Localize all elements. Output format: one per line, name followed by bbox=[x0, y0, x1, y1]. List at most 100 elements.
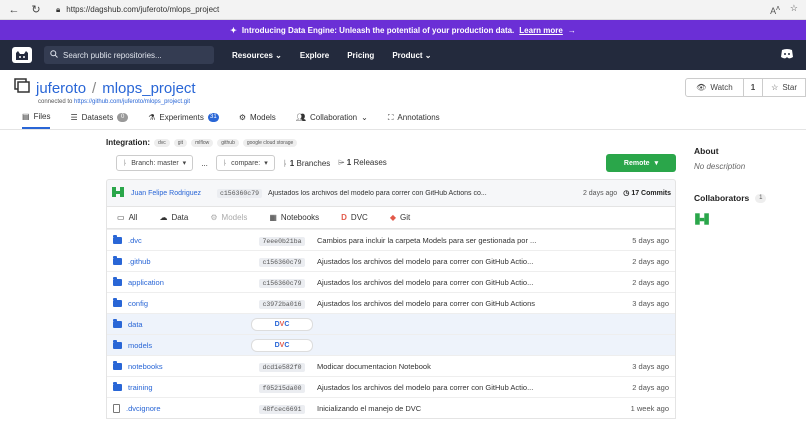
table-row[interactable]: training f05215da00 Ajustados los archiv… bbox=[107, 376, 675, 397]
commit-message[interactable]: Inicializando el manejo de DVC bbox=[313, 404, 615, 413]
commit-sha[interactable]: f05215da00 bbox=[259, 383, 305, 393]
nav-product[interactable]: Product ⌄ bbox=[392, 51, 431, 60]
compare-select[interactable]: ᚿ compare: ▾ bbox=[215, 155, 275, 171]
tab-models[interactable]: ⚙ Models bbox=[239, 106, 276, 129]
commits-link[interactable]: ◷ 17 Commits bbox=[623, 189, 671, 198]
repo-header: juferoto / mlops_project connected to ht… bbox=[0, 70, 806, 106]
nav-explore[interactable]: Explore bbox=[300, 51, 329, 60]
file-name[interactable]: .github bbox=[128, 257, 151, 266]
table-row[interactable]: .github c156360c79 Ajustados los archivo… bbox=[107, 250, 675, 271]
filter-dvc[interactable]: D DVC bbox=[341, 213, 368, 222]
discord-icon[interactable] bbox=[780, 49, 794, 61]
read-aloud-icon[interactable]: Aʌ bbox=[770, 3, 780, 16]
commit-author[interactable]: Juan Felipe Rodriguez bbox=[131, 189, 211, 198]
commit-sha[interactable]: dcd1e582f0 bbox=[259, 362, 305, 372]
back-icon[interactable]: ← bbox=[8, 4, 20, 16]
commit-sha[interactable]: 7eee0b21ba bbox=[259, 236, 305, 246]
integration-chip[interactable]: google cloud storage bbox=[242, 138, 298, 147]
branch-icon: ᚿ bbox=[222, 159, 228, 167]
table-row[interactable]: .dvc 7eee0b21ba Cambios para incluir la … bbox=[107, 229, 675, 250]
caret-icon: ▾ bbox=[654, 160, 659, 167]
repo-sidebar: About No description Collaborators 1 bbox=[694, 146, 804, 229]
table-row[interactable]: notebooks dcd1e582f0 Modicar documentaci… bbox=[107, 355, 675, 376]
annotations-icon: ⛶ bbox=[387, 112, 394, 122]
reload-icon[interactable]: ↻ bbox=[30, 4, 42, 16]
file-name[interactable]: .dvc bbox=[128, 236, 142, 245]
commit-sha[interactable]: c156360c79 bbox=[259, 257, 305, 267]
file-name[interactable]: .dvcignore bbox=[126, 404, 161, 413]
datasets-badge: 0 bbox=[117, 113, 129, 122]
file-filter-tabs: ▭ All ☁ Data ⚙ Models ▦ Notebooks D DVC ◆ Git bbox=[106, 207, 676, 229]
folder-icon bbox=[113, 318, 122, 328]
releases-link[interactable]: ⌲ 1 Releases bbox=[338, 158, 387, 168]
address-bar[interactable]: 🔒︎ https://dagshub.com/juferoto/mlops_pr… bbox=[52, 2, 760, 17]
tab-datasets[interactable]: ☰ Datasets 0 bbox=[70, 106, 129, 129]
file-name[interactable]: application bbox=[128, 278, 164, 287]
commit-message[interactable]: Ajustados los archivos del modelo para c… bbox=[313, 257, 615, 266]
commit-sha[interactable]: c3972ba016 bbox=[259, 299, 305, 309]
branch-icon: ᚿ bbox=[123, 159, 128, 167]
repo-owner-link[interactable]: juferoto bbox=[36, 80, 86, 97]
github-link[interactable]: https://github.com/juferoto/mlops_projec… bbox=[74, 99, 190, 105]
filter-models[interactable]: ⚙ Models bbox=[210, 213, 247, 222]
commit-message[interactable]: Cambios para incluir la carpeta Models p… bbox=[313, 236, 615, 245]
integration-chip[interactable]: github bbox=[217, 138, 239, 147]
collaborator-avatar[interactable] bbox=[694, 211, 804, 229]
collaborators-title: Collaborators bbox=[694, 193, 750, 203]
watch-button[interactable]: 👁︎ Watch bbox=[685, 78, 744, 97]
commit-message[interactable]: Ajustados los archivos del modelo para c… bbox=[268, 190, 577, 197]
commit-time: 3 days ago bbox=[632, 361, 669, 371]
commit-sha[interactable]: 48fcec6691 bbox=[259, 404, 305, 414]
learn-more-link[interactable]: Learn more bbox=[519, 26, 563, 35]
repo-name-link[interactable]: mlops_project bbox=[102, 80, 195, 97]
file-name[interactable]: models bbox=[128, 341, 152, 350]
sparkle-icon: ✦ bbox=[230, 25, 237, 35]
url-text: https://dagshub.com/juferoto/mlops_proje… bbox=[66, 5, 220, 14]
remote-button[interactable]: Remote ▾ bbox=[606, 154, 676, 172]
file-name[interactable]: notebooks bbox=[128, 362, 163, 371]
search-input[interactable]: Search public repositories... bbox=[44, 46, 214, 64]
table-row[interactable]: config c3972ba016 Ajustados los archivos… bbox=[107, 292, 675, 313]
table-row[interactable]: .dvcignore 48fcec6691 Inicializando el m… bbox=[107, 397, 675, 418]
table-row[interactable]: application c156360c79 Ajustados los arc… bbox=[107, 271, 675, 292]
integration-chip[interactable]: mlflow bbox=[191, 138, 214, 147]
filter-data[interactable]: ☁ Data bbox=[159, 213, 188, 222]
table-row[interactable]: data DVC bbox=[107, 313, 675, 334]
file-name[interactable]: training bbox=[128, 383, 153, 392]
favorite-icon[interactable]: ☆ bbox=[790, 3, 798, 16]
tab-annotations[interactable]: ⛶ Annotations bbox=[388, 106, 440, 129]
dagshub-logo[interactable] bbox=[12, 47, 32, 63]
filter-git[interactable]: ◆ Git bbox=[390, 213, 410, 222]
commit-message[interactable]: Ajustados los archivos del modelo para c… bbox=[313, 383, 615, 392]
commit-time: 3 days ago bbox=[632, 298, 669, 308]
tab-collaboration[interactable]: 👥︎ Collaboration ⌄ bbox=[296, 106, 368, 129]
commit-time: 2 days ago bbox=[632, 256, 669, 266]
star-button[interactable]: ☆ Star bbox=[763, 78, 806, 97]
folder-icon bbox=[113, 297, 122, 307]
models-icon: ⚙ bbox=[210, 213, 218, 222]
branch-select[interactable]: ᚿ Branch: master ▾ bbox=[116, 155, 194, 171]
commit-message[interactable]: Ajustados los archivos del modelo para c… bbox=[313, 278, 615, 287]
branches-link[interactable]: ᚿ 1 Branches bbox=[283, 159, 331, 168]
tab-files[interactable]: ▤ Files bbox=[22, 106, 51, 129]
filter-all[interactable]: ▭ All bbox=[117, 213, 137, 222]
commit-sha[interactable]: c156360c79 bbox=[217, 188, 263, 198]
watch-count[interactable]: 1 bbox=[743, 78, 764, 97]
commit-message[interactable]: Modicar documentacion Notebook bbox=[313, 362, 615, 371]
commit-time: 2 days ago bbox=[632, 382, 669, 392]
file-name[interactable]: config bbox=[128, 299, 148, 308]
integration-chip[interactable]: git bbox=[173, 138, 188, 147]
git-icon: ◆ bbox=[389, 213, 396, 222]
nav-pricing[interactable]: Pricing bbox=[347, 51, 374, 60]
integration-chip[interactable]: dvc bbox=[154, 138, 170, 147]
star-icon: ☆ bbox=[771, 83, 779, 92]
tab-experiments[interactable]: ⚗ Experiments 31 bbox=[148, 106, 219, 129]
file-name[interactable]: data bbox=[128, 320, 143, 329]
filter-notebooks[interactable]: ▦ Notebooks bbox=[269, 213, 319, 222]
nav-resources[interactable]: Resources ⌄ bbox=[232, 51, 282, 60]
commit-message[interactable]: Ajustados los archivos del modelo para c… bbox=[313, 299, 615, 308]
folder-icon bbox=[113, 234, 122, 244]
commit-sha[interactable]: c156360c79 bbox=[259, 278, 305, 288]
table-row[interactable]: models DVC bbox=[107, 334, 675, 355]
search-placeholder: Search public repositories... bbox=[63, 50, 162, 60]
